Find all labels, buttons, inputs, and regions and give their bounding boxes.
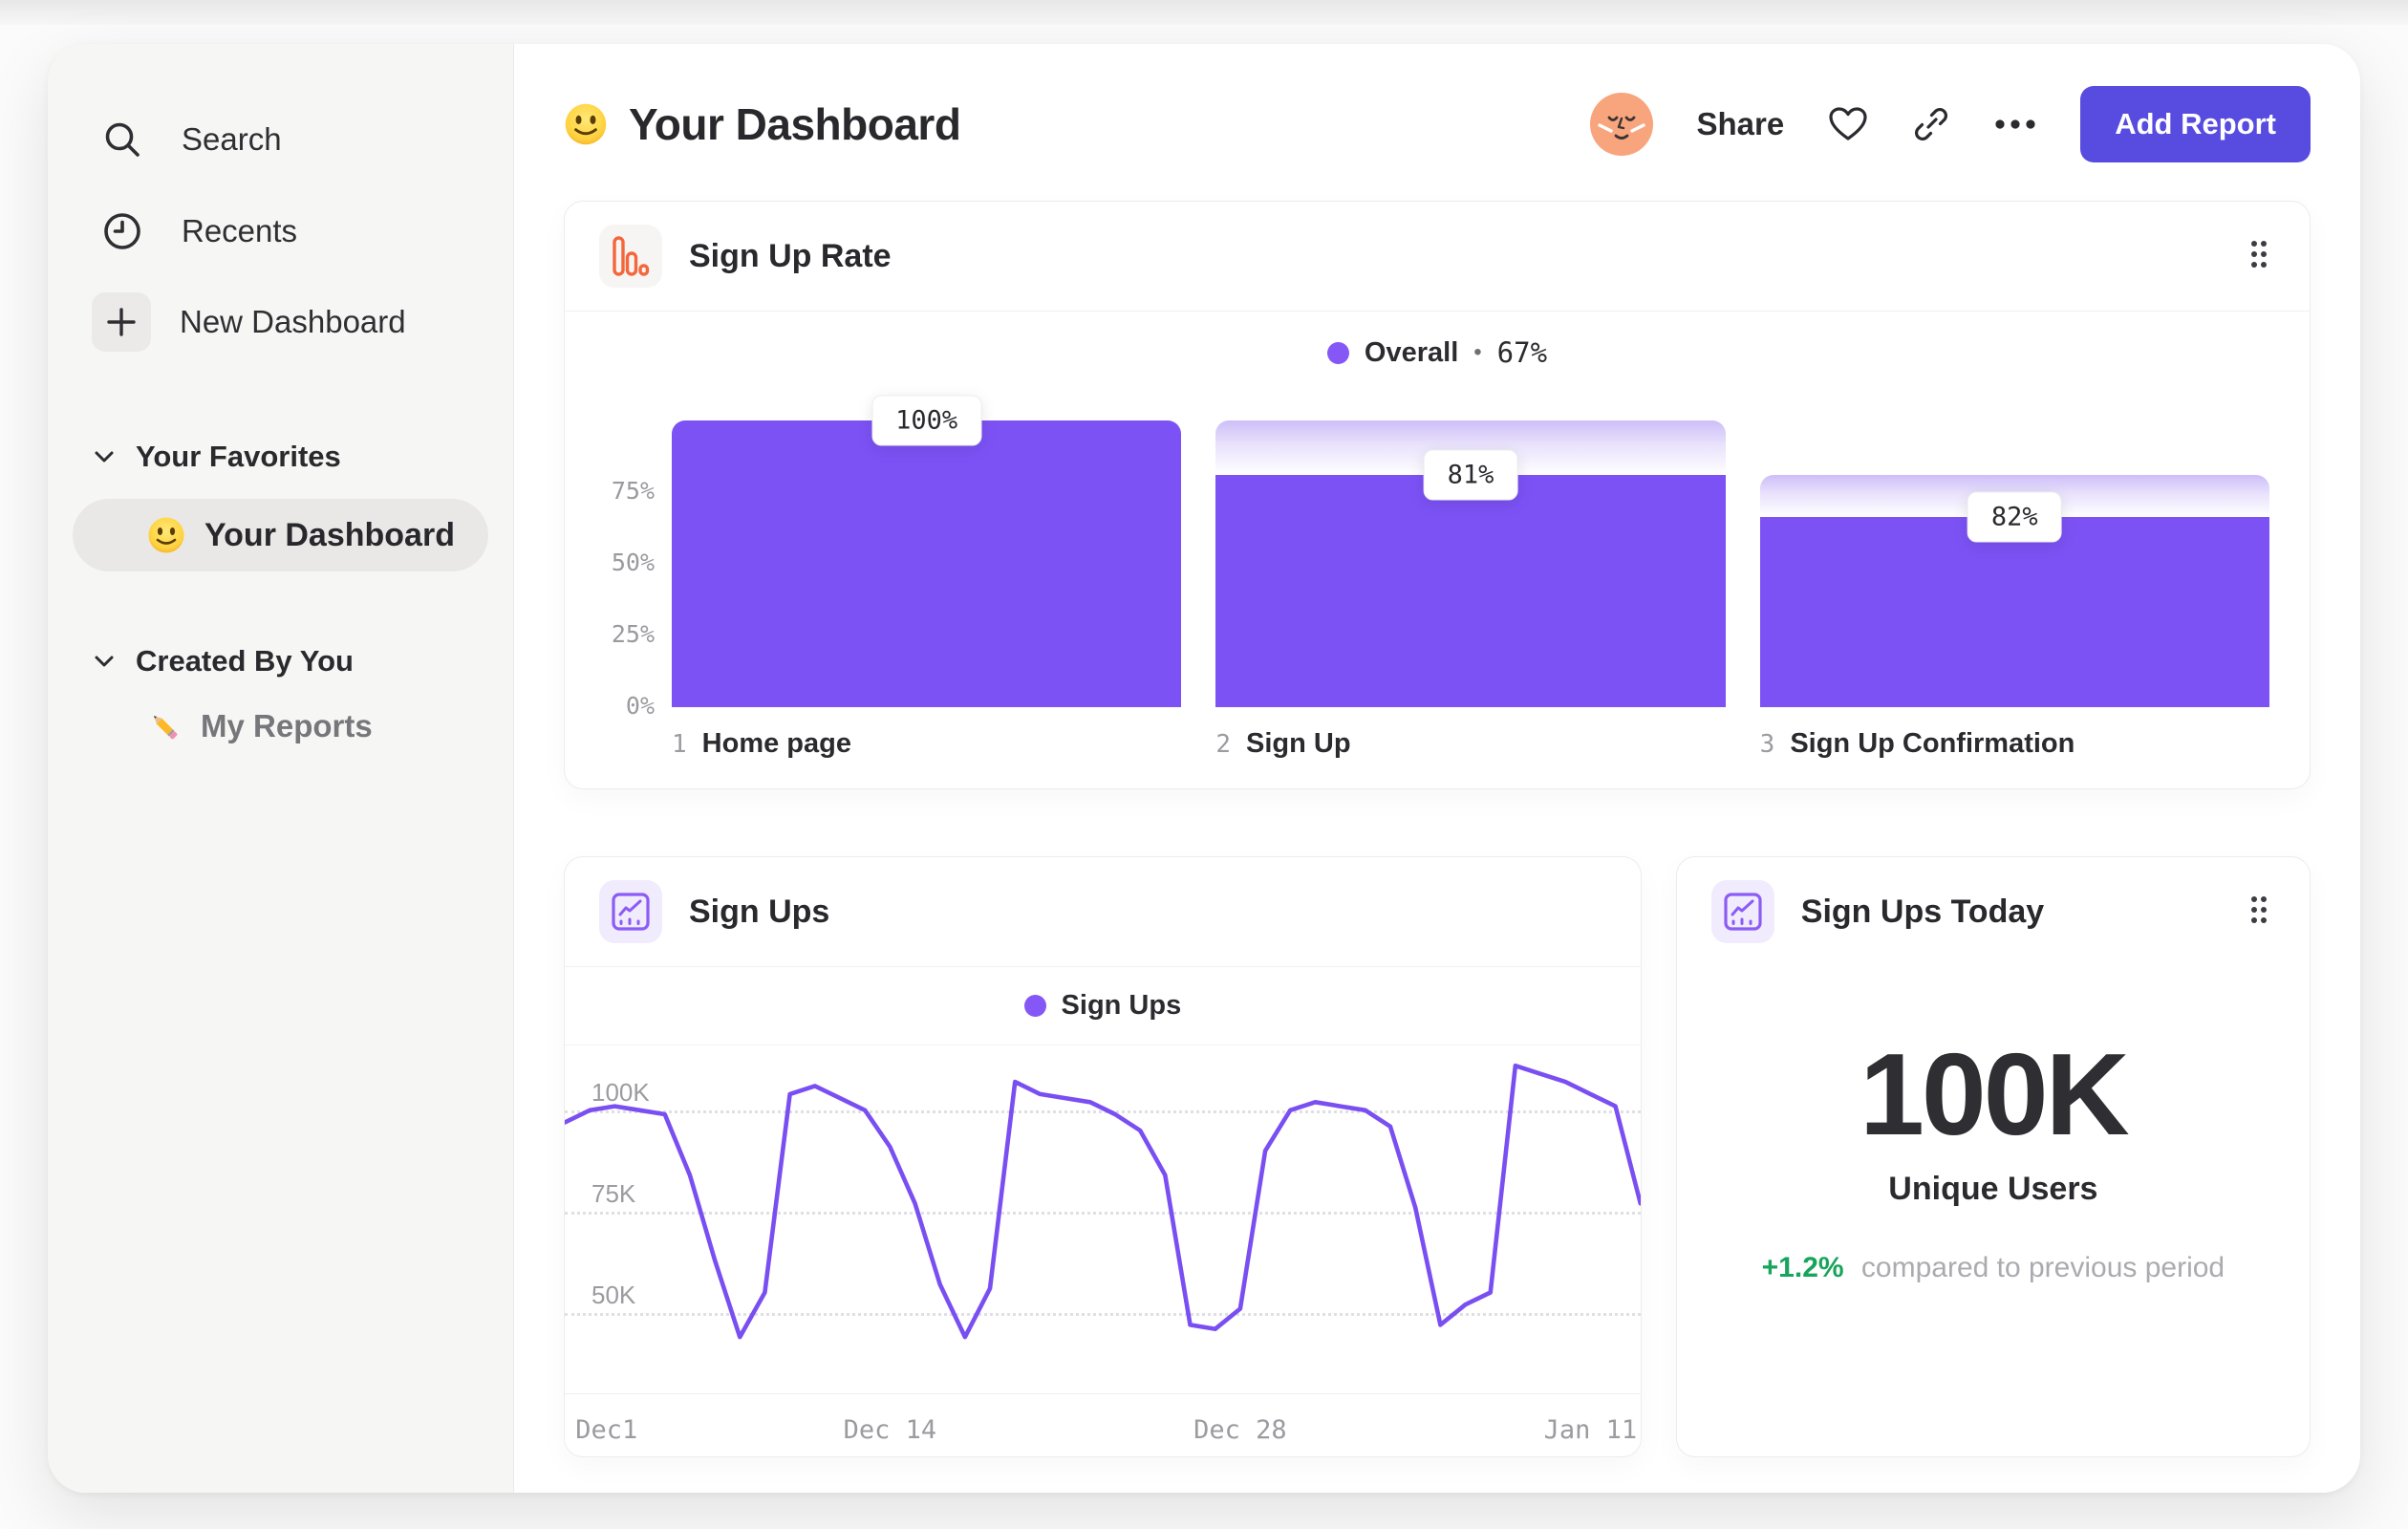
funnel-columns: 100% 1 Home page 81% 2 Sign Up 82% 3 Sign Up Con… (672, 390, 2269, 760)
funnel-bar[interactable] (672, 420, 1182, 707)
funnel-y-tick: 75% (611, 477, 655, 505)
funnel-bar-area: 82% (1759, 390, 2269, 707)
funnel-chart: 75% 50% 25% 0% 100% 1 Home page 81% 2 Sign Up 82%… (565, 382, 2310, 788)
sign-ups-line-series (565, 1045, 1641, 1386)
sidebar-item-new-dashboard[interactable]: New Dashboard (48, 277, 513, 367)
funnel-step-number: 1 (672, 730, 687, 759)
line-chart-icon (1710, 880, 1774, 943)
smiley-emoji-icon (565, 103, 607, 145)
funnel-step-column: 81% 2 Sign Up (1215, 390, 1726, 760)
kpi-delta-note: compared to previous period (1860, 1252, 2225, 1283)
funnel-step-label: 1 Home page (672, 728, 1181, 760)
line-x-tick: Dec1 (575, 1415, 638, 1445)
legend-series-name: Sign Ups (1061, 990, 1182, 1021)
line-x-tick: Jan 11 (1543, 1415, 1638, 1445)
funnel-bar-area: 81% (1215, 390, 1726, 707)
line-chart-icon (599, 880, 662, 943)
chevron-down-icon (95, 451, 114, 463)
legend-dot (1023, 995, 1046, 1017)
line-chart-x-axis: Dec1 Dec 14 Dec 28 Jan 11 (565, 1393, 1641, 1456)
plus-icon (92, 292, 151, 352)
funnel-step-name: Sign Up (1245, 728, 1351, 759)
share-button[interactable]: Share (1697, 106, 1785, 142)
kpi-label: Unique Users (1888, 1171, 2098, 1207)
line-legend: Sign Ups (565, 967, 1641, 1045)
page-title: Your Dashboard (629, 99, 961, 149)
line-x-tick: Dec 14 (843, 1415, 937, 1445)
card-title: Sign Ups (689, 893, 830, 930)
funnel-y-axis: 75% 50% 25% 0% (603, 390, 672, 720)
funnel-step-column: 100% 1 Home page (672, 390, 1182, 760)
funnel-bar-area: 100% (672, 390, 1182, 707)
background-top-strip (0, 0, 2408, 25)
funnel-step-number: 3 (1759, 730, 1775, 759)
funnel-bar[interactable] (1215, 475, 1726, 707)
chevron-down-icon (95, 656, 114, 667)
drag-handle-icon[interactable] (2243, 232, 2275, 281)
sidebar-item-my-reports[interactable]: My Reports (48, 707, 513, 745)
funnel-step-name: Home page (701, 728, 851, 759)
funnel-legend: Overall • 67% (565, 312, 2310, 382)
sidebar-item-recents[interactable]: Recents (48, 185, 513, 277)
funnel-step-number: 2 (1215, 730, 1231, 759)
legend-separator: • (1473, 339, 1482, 365)
legend-value: 67% (1496, 336, 1548, 369)
dashboard-header: Your Dashboard Share Add Report (564, 86, 2311, 162)
line-x-tick: Dec 28 (1193, 1415, 1287, 1445)
funnel-value-chip: 100% (871, 395, 982, 446)
section-label: Your Favorites (136, 440, 341, 473)
favorite-heart-icon[interactable] (1828, 106, 1868, 142)
kpi-value: 100K (1860, 1029, 2130, 1159)
section-label: Created By You (136, 644, 354, 678)
more-options-ellipsis-icon[interactable] (1994, 118, 2036, 130)
sidebar-item-label: Recents (182, 213, 298, 248)
main-content: Your Dashboard Share Add Report Sign Up … (514, 44, 2360, 1493)
funnel-y-tick: 25% (611, 620, 655, 648)
card-title: Sign Ups Today (1800, 893, 2045, 930)
funnel-y-tick: 50% (611, 549, 655, 576)
smiley-emoji-icon (148, 517, 184, 553)
funnel-value-chip: 82% (1967, 491, 2062, 543)
avatar[interactable] (1589, 93, 1653, 156)
clock-icon (92, 201, 153, 262)
app-window: Search Recents New Dashboard Your Favori… (48, 44, 2360, 1493)
funnel-step-name: Sign Up Confirmation (1790, 728, 2075, 759)
card-title: Sign Up Rate (689, 237, 892, 274)
sidebar-item-search[interactable]: Search (48, 94, 513, 185)
sign-ups-card: Sign Ups Sign Ups 100K 75K 50K Dec1 Dec 14 D… (564, 856, 1642, 1457)
funnel-step-column: 82% 3 Sign Up Confirmation (1759, 390, 2269, 760)
sidebar-section-created-by-you[interactable]: Created By You (48, 644, 513, 678)
bar-chart-icon (599, 225, 662, 288)
legend-dot (1326, 341, 1349, 364)
funnel-y-tick: 0% (625, 692, 655, 720)
search-icon (92, 109, 153, 170)
funnel-bar[interactable] (1759, 516, 2269, 707)
pencil-emoji-icon (154, 716, 178, 740)
sidebar-section-your-favorites[interactable]: Your Favorites (48, 440, 513, 474)
sidebar-item-label: Your Dashboard (204, 516, 455, 553)
copy-link-icon[interactable] (1912, 105, 1950, 143)
drag-handle-icon[interactable] (2243, 888, 2275, 937)
sidebar-item-label: Search (182, 121, 282, 157)
sidebar-item-label: New Dashboard (180, 304, 406, 339)
sign-up-rate-card: Sign Up Rate Overall • 67% 75% 50% 25% 0% (564, 201, 2311, 789)
line-chart-plot[interactable]: 100K 75K 50K (565, 1045, 1641, 1386)
sidebar: Search Recents New Dashboard Your Favori… (48, 44, 514, 1493)
legend-series-name: Overall (1364, 336, 1459, 368)
kpi-delta: +1.2% (1761, 1252, 1844, 1283)
funnel-step-label: 2 Sign Up (1215, 728, 1725, 760)
sidebar-item-label: My Reports (201, 708, 373, 743)
funnel-step-label: 3 Sign Up Confirmation (1760, 728, 2269, 760)
sign-ups-today-card: Sign Ups Today 100K Unique Users +1.2% c… (1675, 856, 2311, 1457)
sidebar-item-your-dashboard[interactable]: Your Dashboard (73, 499, 488, 571)
add-report-button[interactable]: Add Report (2080, 86, 2311, 162)
funnel-value-chip: 81% (1423, 449, 1518, 501)
